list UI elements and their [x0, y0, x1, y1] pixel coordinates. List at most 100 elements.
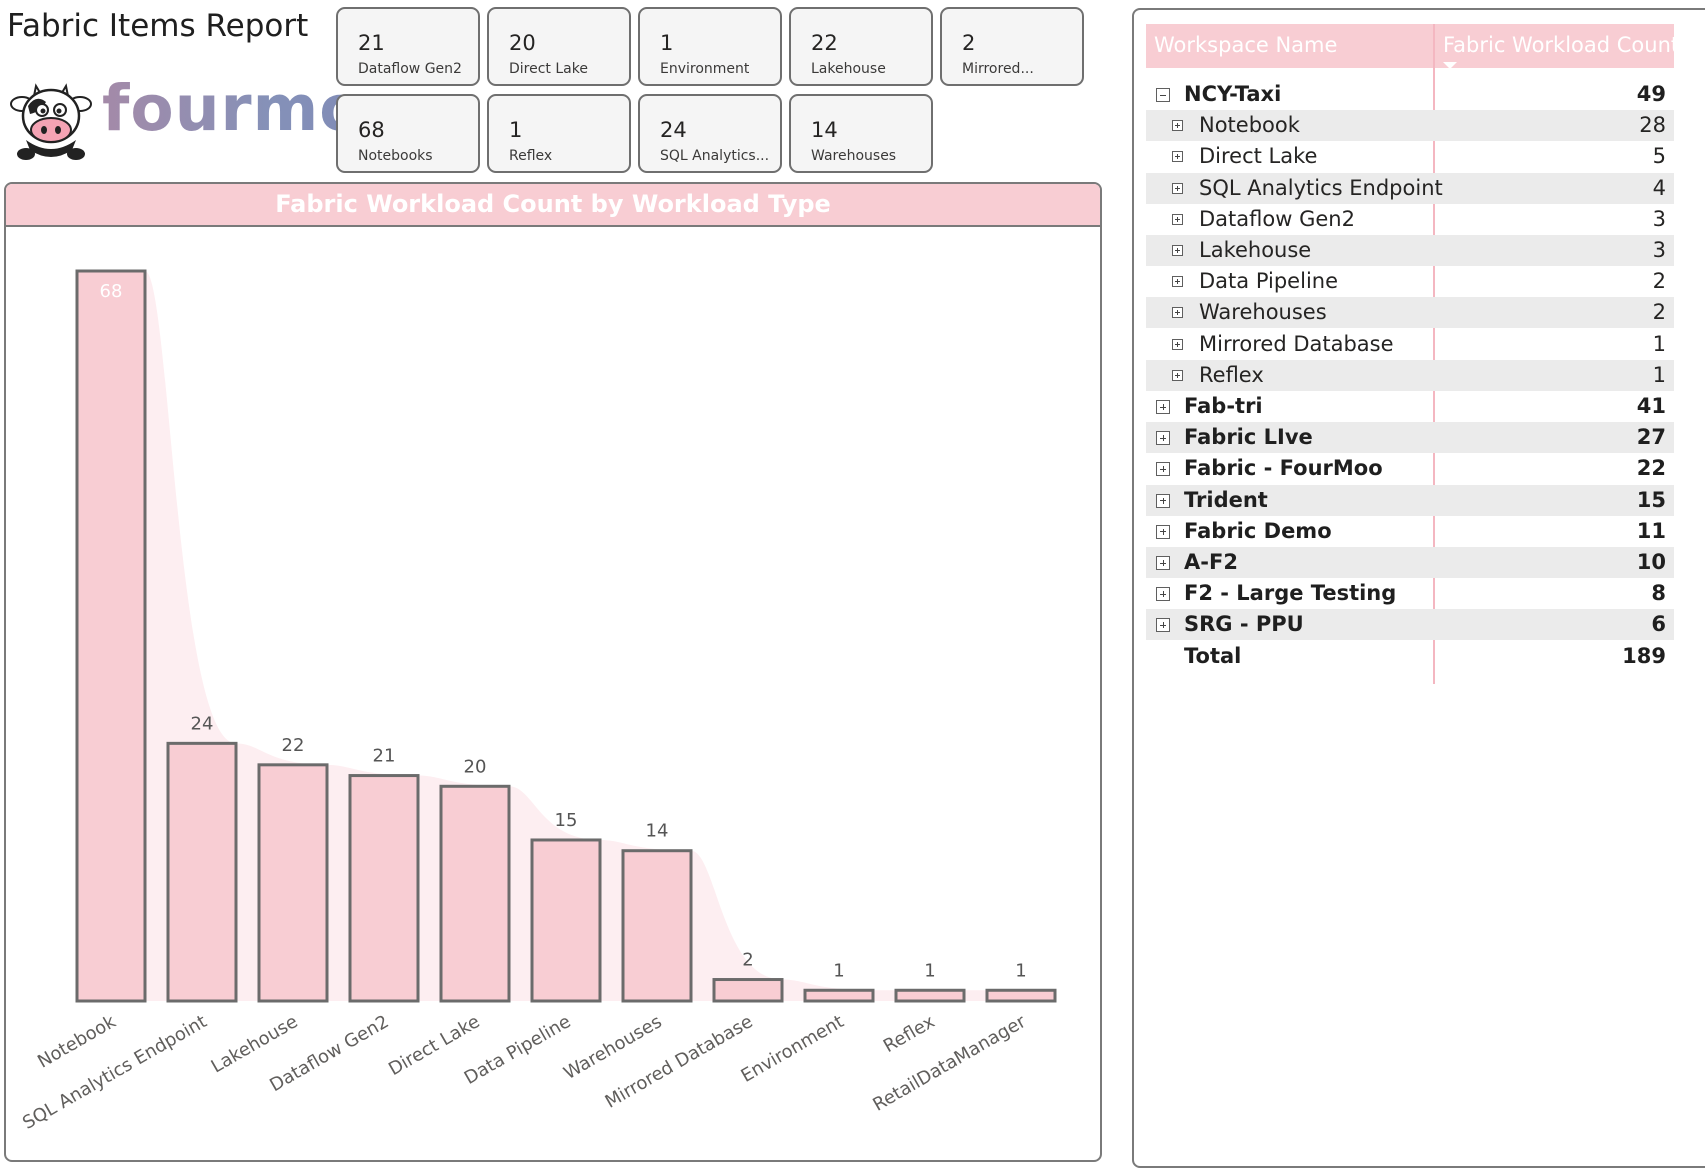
card-value: 21 [358, 31, 385, 55]
expand-icon[interactable] [1172, 369, 1183, 381]
row-value: 3 [1652, 206, 1666, 231]
card-dataflow-gen2[interactable]: 21 Dataflow Gen2 [336, 7, 480, 86]
workspace-row[interactable]: A-F2 10 [1146, 547, 1674, 578]
expand-icon[interactable] [1172, 338, 1183, 350]
workspace-row[interactable]: Fab-tri 41 [1146, 391, 1674, 422]
card-value: 14 [811, 118, 838, 142]
row-value: 1 [1652, 362, 1666, 387]
data-label: 1 [1015, 960, 1026, 981]
workspace-row[interactable]: Fabric LIve 27 [1146, 422, 1674, 454]
row-value: 22 [1636, 456, 1666, 481]
sort-descending-icon[interactable] [1443, 62, 1457, 69]
workspace-row[interactable]: F2 - Large Testing 8 [1146, 578, 1674, 609]
card-mirrored[interactable]: 2 Mirrored... [940, 7, 1084, 86]
card-label: Reflex [509, 148, 553, 164]
row-value: 2 [1652, 300, 1666, 325]
card-label: Notebooks [358, 148, 433, 164]
workload-row[interactable]: Reflex 1 [1146, 359, 1674, 391]
total-value: 189 [1622, 643, 1666, 668]
card-warehouses[interactable]: 14 Warehouses [789, 94, 933, 173]
workspace-row[interactable]: Fabric Demo 11 [1146, 516, 1674, 547]
expand-icon[interactable] [1172, 245, 1183, 256]
bar-chart[interactable]: 68Notebook24SQL Analytics Endpoint22Lake… [6, 184, 1102, 1162]
row-value: 3 [1652, 238, 1666, 262]
workspace-matrix-panel[interactable]: Workspace Name Fabric Workload Count NCY… [1132, 8, 1705, 1168]
card-direct-lake[interactable]: 20 Direct Lake [487, 7, 631, 86]
data-label: 20 [464, 756, 487, 777]
bar[interactable] [439, 784, 511, 1003]
row-value: 41 [1636, 394, 1666, 418]
workload-row[interactable]: Lakehouse 3 [1146, 235, 1674, 266]
row-value: 49 [1636, 82, 1666, 106]
card-label: Direct Lake [509, 61, 588, 77]
expand-icon[interactable] [1156, 493, 1170, 508]
expand-icon[interactable] [1156, 431, 1170, 446]
expand-icon[interactable] [1172, 213, 1183, 225]
cow-mascot-icon [10, 83, 92, 160]
card-reflex[interactable]: 1 Reflex [487, 94, 631, 173]
report-title: Fabric Items Report [7, 8, 309, 44]
row-label: A-F2 [1184, 550, 1238, 574]
workload-row[interactable]: Notebook 28 [1146, 110, 1674, 142]
workload-row[interactable]: Mirrored Database 1 [1146, 329, 1674, 360]
workspace-row[interactable]: SRG - PPU 6 [1146, 609, 1674, 641]
bar[interactable] [621, 849, 693, 1003]
data-label: 1 [924, 960, 935, 981]
workload-row[interactable]: Data Pipeline 2 [1146, 266, 1674, 297]
row-label: Direct Lake [1199, 144, 1318, 169]
row-label: Fab-tri [1184, 394, 1263, 418]
collapse-icon[interactable] [1156, 88, 1170, 102]
row-value: 5 [1652, 144, 1666, 169]
expand-icon[interactable] [1156, 556, 1170, 570]
card-notebooks[interactable]: 68 Notebooks [336, 94, 480, 173]
card-lakehouse[interactable]: 22 Lakehouse [789, 7, 933, 86]
bar[interactable] [894, 988, 966, 1003]
row-label: SRG - PPU [1184, 612, 1304, 637]
data-label: 68 [100, 281, 123, 302]
row-label: Mirrored Database [1199, 331, 1394, 356]
row-label: F2 - Large Testing [1184, 581, 1397, 606]
expand-icon[interactable] [1156, 524, 1170, 539]
expand-icon[interactable] [1172, 120, 1183, 132]
bar[interactable] [166, 741, 238, 1003]
category-label: RetailDataManager [869, 1011, 1030, 1116]
bar[interactable] [712, 978, 784, 1003]
row-label: Fabric LIve [1184, 425, 1313, 450]
card-label: Environment [660, 61, 750, 77]
card-value: 68 [358, 118, 385, 142]
fourmoo-logo: fourmoo [6, 72, 407, 164]
expand-icon[interactable] [1156, 587, 1170, 602]
row-value: 11 [1636, 518, 1666, 543]
workspace-row[interactable]: NCY-Taxi 49 [1146, 79, 1674, 110]
total-label: Total [1184, 643, 1242, 668]
expand-icon[interactable] [1156, 400, 1170, 414]
workload-row[interactable]: SQL Analytics Endpoint 4 [1146, 172, 1674, 204]
workload-row[interactable]: Direct Lake 5 [1146, 141, 1674, 172]
column-header-count[interactable]: Fabric Workload Count [1435, 24, 1679, 68]
card-label: Dataflow Gen2 [358, 61, 462, 77]
card-sql-analytics[interactable]: 24 SQL Analytics... [638, 94, 782, 173]
workload-row[interactable]: Warehouses 2 [1146, 297, 1674, 329]
expand-icon[interactable] [1172, 307, 1183, 319]
bar[interactable] [75, 269, 147, 1003]
expand-icon[interactable] [1172, 151, 1183, 163]
card-value: 24 [660, 118, 687, 142]
workspace-row[interactable]: Fabric - FourMoo 22 [1146, 453, 1674, 484]
bar[interactable] [803, 988, 875, 1003]
row-label: Notebook [1199, 113, 1300, 138]
expand-icon[interactable] [1156, 618, 1170, 633]
expand-icon[interactable] [1156, 462, 1170, 477]
expand-icon[interactable] [1172, 276, 1183, 288]
expand-icon[interactable] [1172, 182, 1183, 194]
column-header-workspace[interactable]: Workspace Name [1146, 24, 1433, 68]
workspace-row[interactable]: Trident 15 [1146, 484, 1674, 516]
bar[interactable] [985, 988, 1057, 1003]
row-label: Reflex [1199, 362, 1264, 387]
workload-row[interactable]: Dataflow Gen2 3 [1146, 204, 1674, 235]
bar[interactable] [348, 774, 420, 1003]
card-value: 2 [962, 31, 976, 55]
bar[interactable] [257, 763, 329, 1003]
bar[interactable] [530, 838, 602, 1003]
bar-chart-panel[interactable]: Fabric Workload Count by Workload Type 6… [4, 182, 1102, 1162]
card-environment[interactable]: 1 Environment [638, 7, 782, 86]
